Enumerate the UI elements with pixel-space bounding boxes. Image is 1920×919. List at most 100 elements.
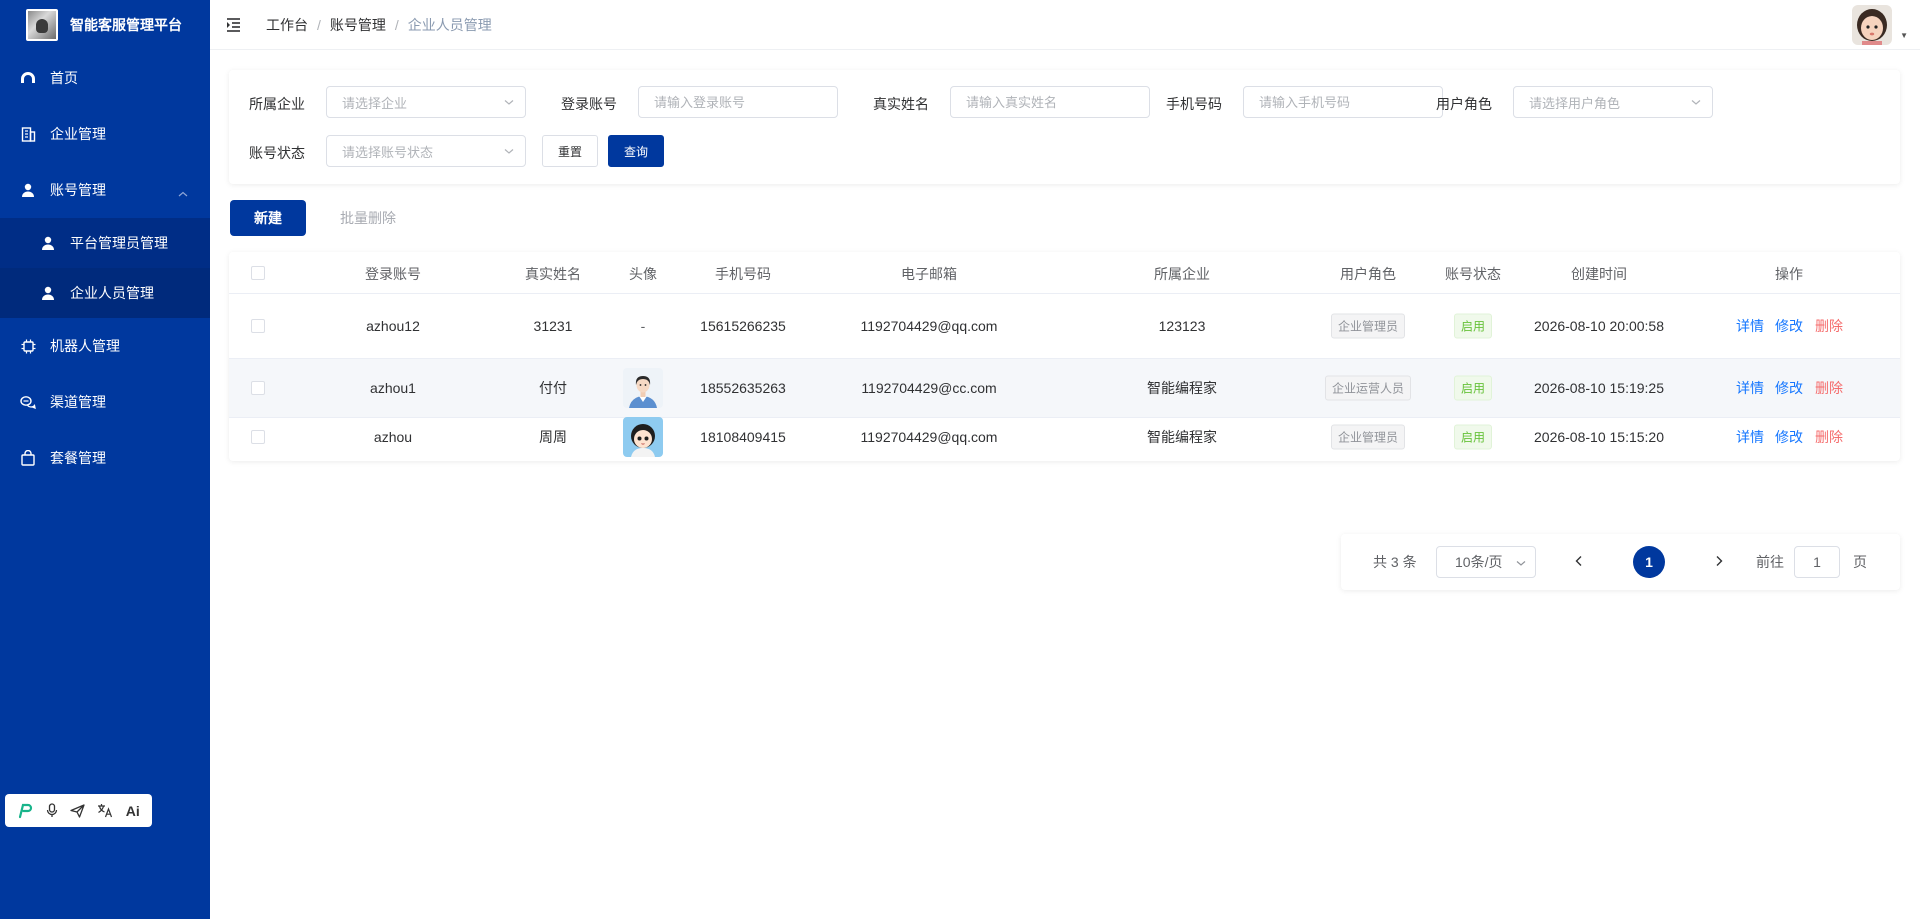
page-size-value: 10条/页 xyxy=(1455,554,1503,570)
cell-avatar-empty: - xyxy=(640,318,646,334)
sidebar-item-label: 机器人管理 xyxy=(50,338,120,354)
detail-link[interactable]: 详情 xyxy=(1736,427,1764,447)
sidebar-item-label: 企业管理 xyxy=(50,126,106,142)
goto-label: 前往 xyxy=(1756,554,1784,570)
sidebar-item-home[interactable]: 首页 xyxy=(0,50,210,106)
cell-phone: 18108409415 xyxy=(700,429,786,445)
filter-role-label: 用户角色 xyxy=(1436,96,1492,112)
breadcrumb-separator: / xyxy=(394,16,399,33)
chevron-down-icon xyxy=(503,145,515,160)
top-header: 工作台 / 账号管理 / 企业人员管理 ▼ xyxy=(210,0,1920,50)
row-checkbox[interactable] xyxy=(251,381,265,395)
sidebar-item-robots[interactable]: 机器人管理 xyxy=(0,318,210,374)
ai-icon[interactable]: Ai xyxy=(126,803,140,819)
table-row: azhou1 付付 18552635263 1192704429@cc.com … xyxy=(229,359,1900,418)
col-company: 所属企业 xyxy=(1154,266,1210,282)
table-header: 登录账号 真实姓名 头像 手机号码 电子邮箱 所属企业 用户角色 账号状态 创建… xyxy=(229,252,1900,294)
pagination: 共 3 条 10条/页 1 前往 页 xyxy=(1341,534,1900,590)
cell-account: azhou1 xyxy=(370,380,416,396)
translate-icon[interactable] xyxy=(97,803,113,818)
row-checkbox[interactable] xyxy=(251,430,265,444)
phone-input[interactable] xyxy=(1243,86,1443,118)
next-page-button[interactable] xyxy=(1714,554,1724,570)
detail-link[interactable]: 详情 xyxy=(1736,316,1764,336)
user-avatar[interactable] xyxy=(1852,5,1892,45)
dashboard-icon xyxy=(20,70,36,86)
sidebar-item-packages[interactable]: 套餐管理 xyxy=(0,430,210,486)
send-icon[interactable] xyxy=(70,803,85,818)
col-avatar: 头像 xyxy=(629,266,657,282)
breadcrumb-accounts[interactable]: 账号管理 xyxy=(330,15,386,35)
menu-fold-icon[interactable] xyxy=(226,17,244,33)
sidebar: 智能客服管理平台 首页 企业管理 账号管理 平台管理员管理 企业人员管理 机器人… xyxy=(0,0,210,919)
col-status: 账号状态 xyxy=(1445,266,1501,282)
role-tag: 企业运营人员 xyxy=(1324,375,1412,401)
filter-panel: 所属企业 请选择企业 登录账号 真实姓名 手机号码 用户角色 请选择用户角色 账… xyxy=(229,70,1900,184)
pagination-total: 共 3 条 xyxy=(1373,554,1417,570)
app-title: 智能客服管理平台 xyxy=(70,17,182,33)
bulk-delete-button[interactable]: 批量删除 xyxy=(328,200,408,236)
sidebar-item-accounts[interactable]: 账号管理 xyxy=(0,162,210,218)
role-select-placeholder: 请选择用户角色 xyxy=(1529,95,1621,111)
microphone-icon[interactable] xyxy=(46,803,58,818)
delete-link[interactable]: 删除 xyxy=(1815,316,1843,336)
status-select[interactable]: 请选择账号状态 xyxy=(326,135,526,167)
role-tag: 企业管理员 xyxy=(1330,424,1406,450)
select-all-checkbox[interactable] xyxy=(251,266,265,280)
row-checkbox[interactable] xyxy=(251,319,265,333)
filter-account-label: 登录账号 xyxy=(561,96,617,112)
status-badge: 启用 xyxy=(1453,424,1493,450)
prev-page-button[interactable] xyxy=(1574,554,1584,570)
breadcrumb-workbench[interactable]: 工作台 xyxy=(266,15,308,35)
sidebar-item-company-staff[interactable]: 企业人员管理 xyxy=(0,268,210,318)
edit-link[interactable]: 修改 xyxy=(1775,316,1803,336)
col-account: 登录账号 xyxy=(365,266,421,282)
status-badge: 启用 xyxy=(1453,375,1493,401)
delete-link[interactable]: 删除 xyxy=(1815,378,1843,398)
delete-link[interactable]: 删除 xyxy=(1815,427,1843,447)
col-phone: 手机号码 xyxy=(715,266,771,282)
sidebar-item-platform-admins[interactable]: 平台管理员管理 xyxy=(0,218,210,268)
query-button[interactable]: 查询 xyxy=(608,135,664,167)
detail-link[interactable]: 详情 xyxy=(1736,378,1764,398)
edit-link[interactable]: 修改 xyxy=(1775,378,1803,398)
breadcrumb-current: 企业人员管理 xyxy=(407,16,492,33)
sidebar-item-company[interactable]: 企业管理 xyxy=(0,106,210,162)
cell-realname: 周周 xyxy=(539,429,567,445)
col-created: 创建时间 xyxy=(1571,266,1627,282)
account-input[interactable] xyxy=(638,86,838,118)
app-logo xyxy=(26,9,58,41)
page-size-select[interactable]: 10条/页 xyxy=(1436,546,1536,578)
user-icon xyxy=(40,235,56,251)
filter-realname-label: 真实姓名 xyxy=(873,96,929,112)
cell-email: 1192704429@cc.com xyxy=(861,380,997,396)
p-logo-icon[interactable] xyxy=(17,803,33,819)
col-role: 用户角色 xyxy=(1340,266,1396,282)
role-select[interactable]: 请选择用户角色 xyxy=(1513,86,1713,118)
goto-page-input[interactable] xyxy=(1794,546,1840,578)
cell-created: 2026-08-10 20:00:58 xyxy=(1534,318,1664,334)
accounts-submenu: 平台管理员管理 企业人员管理 xyxy=(0,218,210,318)
company-select[interactable]: 请选择企业 xyxy=(326,86,526,118)
filter-phone-label: 手机号码 xyxy=(1166,96,1222,112)
floating-toolbox: Ai xyxy=(5,794,152,827)
building-icon xyxy=(20,126,36,142)
cell-created: 2026-08-10 15:19:25 xyxy=(1534,380,1664,396)
page-number-current[interactable]: 1 xyxy=(1633,546,1665,578)
new-button[interactable]: 新建 xyxy=(230,200,306,236)
user-icon xyxy=(40,285,56,301)
chevron-down-icon xyxy=(1690,96,1702,111)
filter-company-label: 所属企业 xyxy=(249,96,305,112)
user-icon xyxy=(20,182,36,198)
realname-input[interactable] xyxy=(950,86,1150,118)
cell-company: 123123 xyxy=(1158,318,1206,334)
edit-link[interactable]: 修改 xyxy=(1775,427,1803,447)
avatar-photo xyxy=(623,368,663,408)
reset-button[interactable]: 重置 xyxy=(542,135,598,167)
sidebar-item-channels[interactable]: 渠道管理 xyxy=(0,374,210,430)
breadcrumb-separator: / xyxy=(317,16,321,33)
caret-down-icon[interactable]: ▼ xyxy=(1900,31,1908,40)
cell-email: 1192704429@qq.com xyxy=(860,318,998,334)
company-select-placeholder: 请选择企业 xyxy=(342,95,408,111)
sidebar-item-label: 渠道管理 xyxy=(50,394,106,410)
